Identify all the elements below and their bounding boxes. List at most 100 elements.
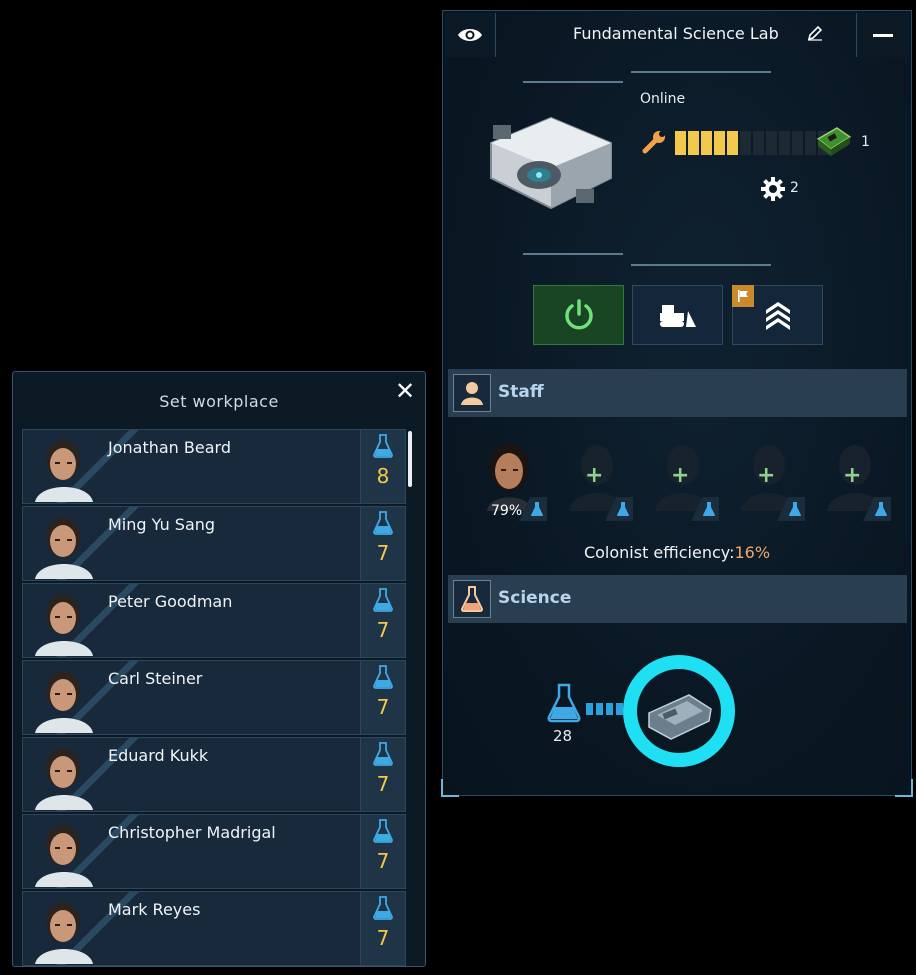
decor-line-bottom-right [631,264,771,266]
colonist-portrait [35,825,93,887]
science-flask-icon [373,434,393,458]
upgrade-chevrons-icon [765,302,790,330]
minimize-icon [873,33,893,37]
edit-name-icon[interactable] [807,25,823,41]
panel-title: Set workplace [159,392,279,411]
colonist-name: Mark Reyes [108,900,201,919]
eye-icon [458,29,482,41]
condition-segment [792,131,803,155]
power-icon [564,299,593,330]
colonist-name: Christopher Madrigal [108,823,276,842]
science-skill-value: 7 [376,772,390,796]
building-header: Fundamental Science Lab [443,11,911,57]
set-workplace-panel: Set workplace ✕ Jonathan Beard 8 Ming Yu… [12,371,426,967]
electronics-count: 1 [861,134,870,150]
condition-segment [675,131,686,155]
flag-icon [732,285,754,307]
decor-line-top-right [631,71,771,73]
add-icon: + [757,463,776,488]
building-model-image [490,116,612,210]
science-skill-value: 7 [376,541,390,565]
staff-efficiency: 79% [491,503,523,519]
science-skill-value: 7 [376,926,390,950]
visibility-toggle-button[interactable] [445,13,496,57]
colonist-portrait [35,517,93,579]
science-flask-icon [373,588,393,612]
science-flask-section-icon [453,580,491,618]
building-title: Fundamental Science Lab [573,24,779,43]
add-icon: + [843,463,862,488]
electronics-chip-icon [816,127,852,156]
empty-staff-slot[interactable]: + [815,435,891,521]
science-flask-icon [373,511,393,535]
science-flask-icon [373,819,393,843]
condition-segment [727,131,738,155]
close-icon[interactable]: ✕ [393,379,417,404]
colonist-efficiency: Colonist efficiency:16% [443,543,911,562]
building-status: Online [640,91,686,107]
colonist-name: Carl Steiner [108,669,203,688]
maintenance-gear-icon [761,177,785,201]
empty-staff-slot[interactable]: + [557,435,633,521]
staff-section-label: Staff [498,382,544,402]
bulldozer-icon [659,305,696,327]
science-flask-icon [373,742,393,766]
science-skill-box: 7 [360,584,405,657]
maintenance-count: 2 [790,180,799,196]
science-skill-box: 7 [360,738,405,811]
science-skill-box: 7 [360,507,405,580]
empty-staff-slot[interactable]: + [729,435,805,521]
condition-segment [779,131,790,155]
colonist-row[interactable]: Mark Reyes 7 [22,891,406,966]
colonist-row[interactable]: Christopher Madrigal 7 [22,814,406,889]
building-panel: Fundamental Science Lab Online 1 2 Staff… [441,10,913,797]
colonist-row[interactable]: Carl Steiner 7 [22,660,406,735]
efficiency-value: 16% [734,543,771,562]
scrollbar[interactable] [408,431,412,487]
research-progress-ring[interactable] [619,651,739,771]
science-skill-box: 7 [360,661,405,734]
decor-line-bottom [523,253,623,255]
wrench-icon [642,131,665,154]
condition-segment [753,131,764,155]
demolish-button[interactable] [632,285,723,345]
science-skill-value: 7 [376,618,390,642]
upgrade-button[interactable] [732,285,823,345]
science-skill-value: 7 [376,849,390,873]
decor-line-top [523,81,623,83]
minimize-button[interactable] [856,13,909,57]
science-skill-box: 7 [360,892,405,965]
condition-segment [740,131,751,155]
science-progress-bars [586,703,623,715]
colonist-portrait [35,440,93,502]
colonist-name: Peter Goodman [108,592,233,611]
condition-bar [675,131,829,155]
staff-section-header: Staff [448,369,907,417]
condition-segment [766,131,777,155]
colonist-name: Jonathan Beard [108,438,231,457]
colonist-row[interactable]: Peter Goodman 7 [22,583,406,658]
add-icon: + [585,463,604,488]
science-flask-icon [373,665,393,689]
colonist-portrait [35,748,93,810]
colonist-portrait [35,902,93,964]
colonist-row[interactable]: Jonathan Beard 8 [22,429,406,504]
science-skill-value: 7 [376,695,390,719]
power-toggle-button[interactable] [533,285,624,345]
empty-staff-slot[interactable]: + [643,435,719,521]
add-icon: + [671,463,690,488]
science-flask-icon [373,896,393,920]
science-flask-icon [547,683,581,723]
condition-segment [714,131,725,155]
colonist-portrait [35,594,93,656]
science-output: 28 [553,727,573,745]
science-section-label: Science [498,588,572,608]
colonist-name: Eduard Kukk [108,746,209,765]
efficiency-label: Colonist efficiency: [583,543,735,562]
staff-slot[interactable]: 79% [471,435,547,521]
colonist-row[interactable]: Eduard Kukk 7 [22,737,406,812]
colonist-portrait [35,671,93,733]
colonist-row[interactable]: Ming Yu Sang 7 [22,506,406,581]
science-section-header: Science [448,575,907,623]
condition-segment [688,131,699,155]
